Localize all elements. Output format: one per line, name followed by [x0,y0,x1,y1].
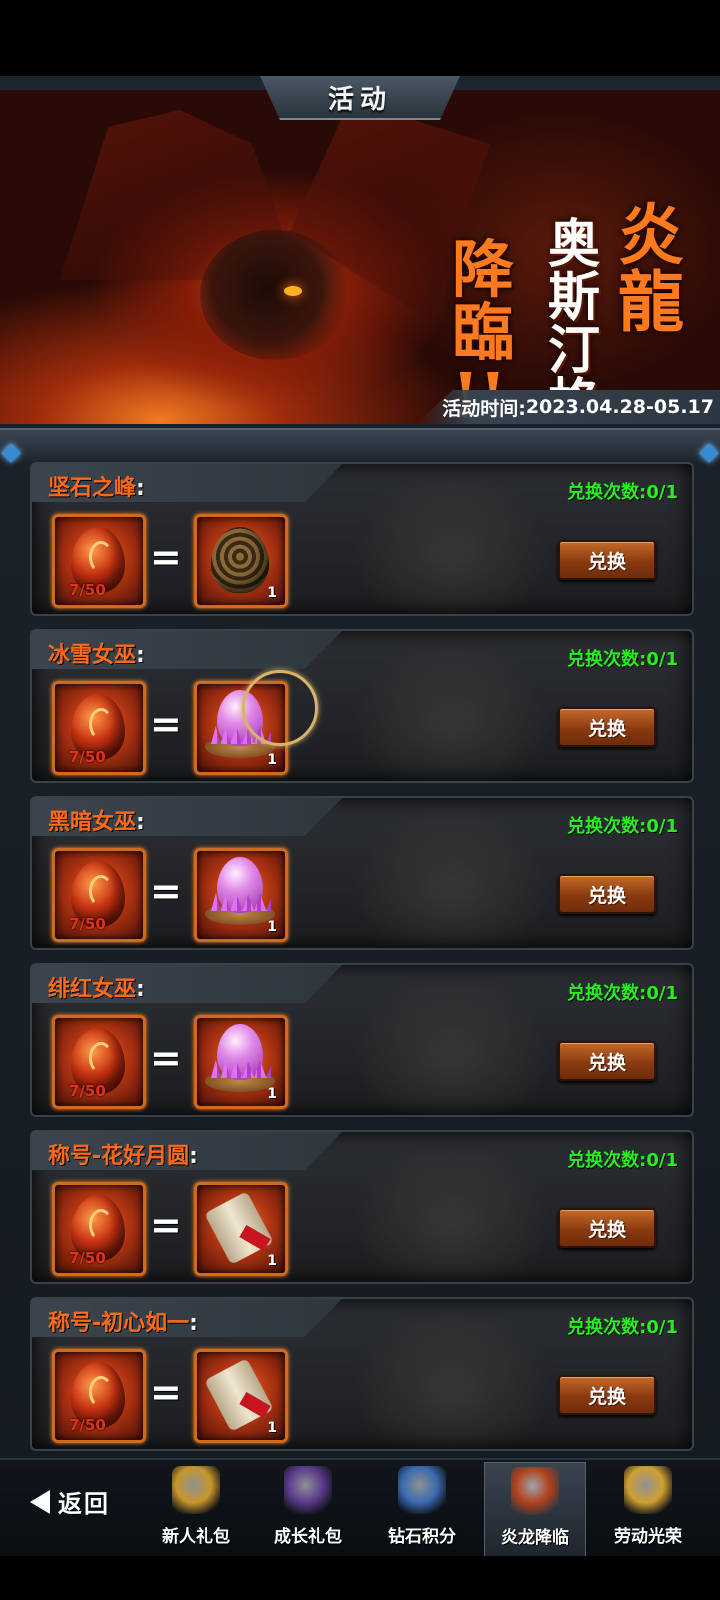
reward-item-slot[interactable]: 1 [194,1349,288,1443]
event-banner: 降臨!! 奥斯汀格 炎龍 [0,90,720,424]
exchange-button[interactable]: 兑换 [558,540,656,580]
back-button[interactable]: 返回 [30,1484,110,1519]
scroll-icon [204,1191,274,1265]
dragon-illustration [200,230,350,360]
reward-quantity: 1 [267,1086,277,1102]
panel-title: 活动 [260,76,460,120]
wheat-icon [624,1466,672,1514]
treasure-chest-icon [172,1466,220,1514]
cost-progress: 7/50 [69,748,106,766]
cost-item-slot[interactable]: 7/50 [52,681,146,775]
reward-quantity: 1 [267,585,277,601]
reward-item-slot[interactable]: 1 [194,1182,288,1276]
event-period: 活动时间: 2023.04.28-05.17 [416,390,720,424]
exchange-count: 兑换次数:0/1 [567,482,678,503]
nav-tab[interactable]: 钻石积分 [372,1462,472,1556]
equals-sign: = [150,702,182,746]
robot-knight-icon [398,1466,446,1514]
exchange-button[interactable]: 兑换 [558,874,656,914]
equals-sign: = [150,1203,182,1247]
row-title: 称号-花好月圆: [48,1144,198,1169]
status-area [0,0,720,76]
dragon-eye [284,286,302,296]
exchange-button[interactable]: 兑换 [558,1375,656,1415]
nav-tab-label: 钻石积分 [388,1527,456,1547]
reward-quantity: 1 [267,752,277,768]
banner-title-col-3: 炎龍 [618,196,684,342]
cost-progress: 7/50 [69,1249,106,1267]
stone-egg-icon [211,527,269,593]
cost-item-slot[interactable]: 7/50 [52,514,146,608]
equals-sign: = [150,1036,182,1080]
nav-tab-label: 炎龙降临 [501,1528,569,1548]
reward-item-slot[interactable]: 1 [194,514,288,608]
cost-item-slot[interactable]: 7/50 [52,1349,146,1443]
cost-progress: 7/50 [69,915,106,933]
cost-progress: 7/50 [69,1082,106,1100]
exchange-row: 坚石之峰: 兑换次数:0/1 7/50 = 1 兑换 [30,462,694,616]
exchange-count: 兑换次数:0/1 [567,816,678,837]
back-arrow-icon [30,1489,50,1514]
divider [0,428,720,462]
dragon-icon [511,1467,559,1515]
exchange-row: 称号-花好月圆: 兑换次数:0/1 7/50 = 1 兑换 [30,1130,694,1284]
row-title: 称号-初心如一: [48,1311,198,1336]
exchange-count: 兑换次数:0/1 [567,649,678,670]
reward-quantity: 1 [267,919,277,935]
system-bar [0,1556,720,1600]
hooded-mage-icon [284,1466,332,1514]
nav-tab[interactable]: 劳动光荣 [598,1462,698,1556]
nav-tab[interactable]: 新人礼包 [146,1462,246,1556]
equals-sign: = [150,869,182,913]
cost-item-slot[interactable]: 7/50 [52,1015,146,1109]
scroll-icon [204,1358,274,1432]
exchange-count: 兑换次数:0/1 [567,1150,678,1171]
exchange-row: 黑暗女巫: 兑换次数:0/1 7/50 = 1 兑换 [30,796,694,950]
reward-item-slot[interactable]: 1 [194,1015,288,1109]
cost-progress: 7/50 [69,581,106,599]
exchange-row: 绯红女巫: 兑换次数:0/1 7/50 = 1 兑换 [30,963,694,1117]
equals-sign: = [150,535,182,579]
nav-tab-label: 成长礼包 [274,1527,342,1547]
row-title: 黑暗女巫: [48,810,145,835]
exchange-row: 称号-初心如一: 兑换次数:0/1 7/50 = 1 兑换 [30,1297,694,1451]
equals-sign: = [150,1370,182,1414]
row-title: 绯红女巫: [48,977,145,1002]
cost-item-slot[interactable]: 7/50 [52,848,146,942]
nav-tab-label: 劳动光荣 [614,1527,682,1547]
cost-item-slot[interactable]: 7/50 [52,1182,146,1276]
exchange-count: 兑换次数:0/1 [567,1317,678,1338]
exchange-button[interactable]: 兑换 [558,1208,656,1248]
reward-quantity: 1 [267,1253,277,1269]
reward-item-slot[interactable]: 1 [194,848,288,942]
exchange-button[interactable]: 兑换 [558,707,656,747]
exchange-count: 兑换次数:0/1 [567,983,678,1004]
exchange-row: 冰雪女巫: 兑换次数:0/1 7/50 = 1 兑换 [30,629,694,783]
touch-indicator [242,670,318,746]
nav-tab-label: 新人礼包 [162,1527,230,1547]
cost-progress: 7/50 [69,1416,106,1434]
exchange-button[interactable]: 兑换 [558,1041,656,1081]
row-title: 坚石之峰: [48,476,145,501]
nav-tab[interactable]: 炎龙降临 [484,1462,586,1558]
nav-tab[interactable]: 成长礼包 [258,1462,358,1556]
reward-quantity: 1 [267,1420,277,1436]
row-title: 冰雪女巫: [48,643,145,668]
